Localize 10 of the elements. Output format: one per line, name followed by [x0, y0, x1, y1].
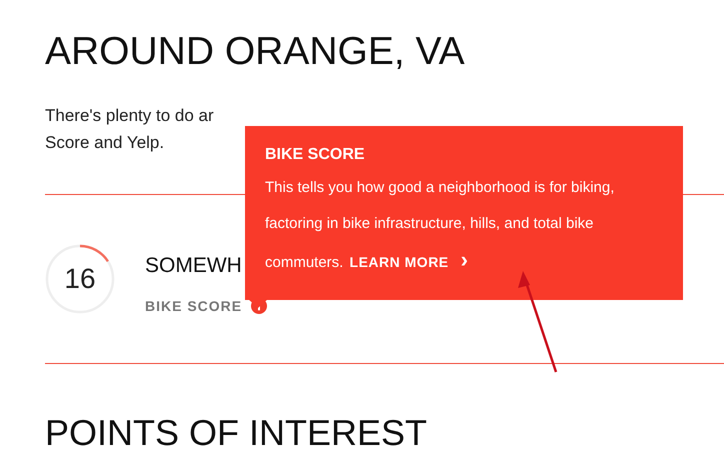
tooltip-text: This tells you how good a neighborhood is for biking, factoring in bike infrastructure, hills, and total bike commuters. LEARN MORE › [265, 178, 616, 274]
page-heading: AROUND ORANGE, VA [45, 29, 466, 75]
score-label: BIKE SCORE [145, 298, 242, 314]
section-heading: POINTS OF INTEREST [45, 412, 428, 454]
intro-text-line: Score and Yelp. [45, 132, 164, 154]
learn-more-link[interactable]: LEARN MORE › [350, 254, 468, 270]
score-rating: SOMEWH [145, 254, 243, 278]
intro-text-line: There's plenty to do ar [45, 105, 214, 127]
tooltip-title: BIKE SCORE [265, 146, 366, 164]
score-value: 16 [64, 263, 96, 295]
